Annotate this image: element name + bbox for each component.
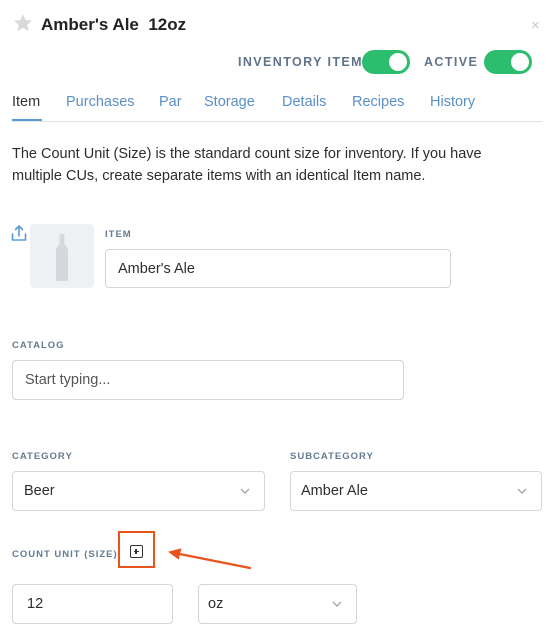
category-value: Beer	[24, 483, 55, 499]
toggle-knob	[389, 53, 407, 71]
upload-icon[interactable]	[11, 224, 27, 242]
count-unit-label: COUNT UNIT (SIZE)	[12, 549, 118, 560]
tabs-divider	[12, 121, 542, 122]
tab-par[interactable]: Par	[159, 94, 182, 110]
active-label: ACTIVE	[424, 55, 479, 69]
count-unit-value: oz	[208, 596, 224, 612]
category-label: CATEGORY	[12, 451, 73, 462]
item-image[interactable]	[30, 224, 94, 288]
item-name-input[interactable]: Amber's Ale	[105, 249, 451, 288]
plus-square-icon[interactable]	[130, 545, 143, 558]
subcategory-select[interactable]: Amber Ale	[290, 471, 542, 511]
chevron-down-icon	[240, 488, 250, 494]
chevron-down-icon	[517, 488, 527, 494]
bottle-icon	[56, 234, 68, 281]
catalog-label: CATALOG	[12, 340, 65, 351]
tab-history[interactable]: History	[430, 94, 475, 110]
annotation-arrow-icon	[168, 548, 252, 570]
toggle-knob	[511, 53, 529, 71]
count-unit-description: The Count Unit (Size) is the standard co…	[12, 146, 482, 184]
subcategory-label: SUBCATEGORY	[290, 451, 374, 462]
active-toggle[interactable]	[484, 50, 532, 74]
tab-recipes[interactable]: Recipes	[352, 94, 404, 110]
count-unit-quantity-input[interactable]: 12	[12, 584, 173, 624]
inventory-item-toggle[interactable]	[362, 50, 410, 74]
inventory-item-label: INVENTORY ITEM	[238, 55, 363, 69]
count-unit-select[interactable]: oz	[198, 584, 357, 624]
star-icon[interactable]	[12, 12, 34, 34]
tab-item[interactable]: Item	[12, 94, 40, 110]
tab-purchases[interactable]: Purchases	[66, 94, 135, 110]
tab-details[interactable]: Details	[282, 94, 326, 110]
active-tab-indicator	[12, 119, 42, 121]
category-select[interactable]: Beer	[12, 471, 265, 511]
item-label: ITEM	[105, 229, 132, 240]
item-title: Amber's Ale 12oz	[41, 15, 187, 34]
chevron-down-icon	[332, 601, 342, 607]
tab-storage[interactable]: Storage	[204, 94, 255, 110]
subcategory-value: Amber Ale	[301, 483, 368, 499]
close-icon[interactable]: ×	[531, 18, 540, 33]
catalog-search-input[interactable]: Start typing...	[12, 360, 404, 400]
